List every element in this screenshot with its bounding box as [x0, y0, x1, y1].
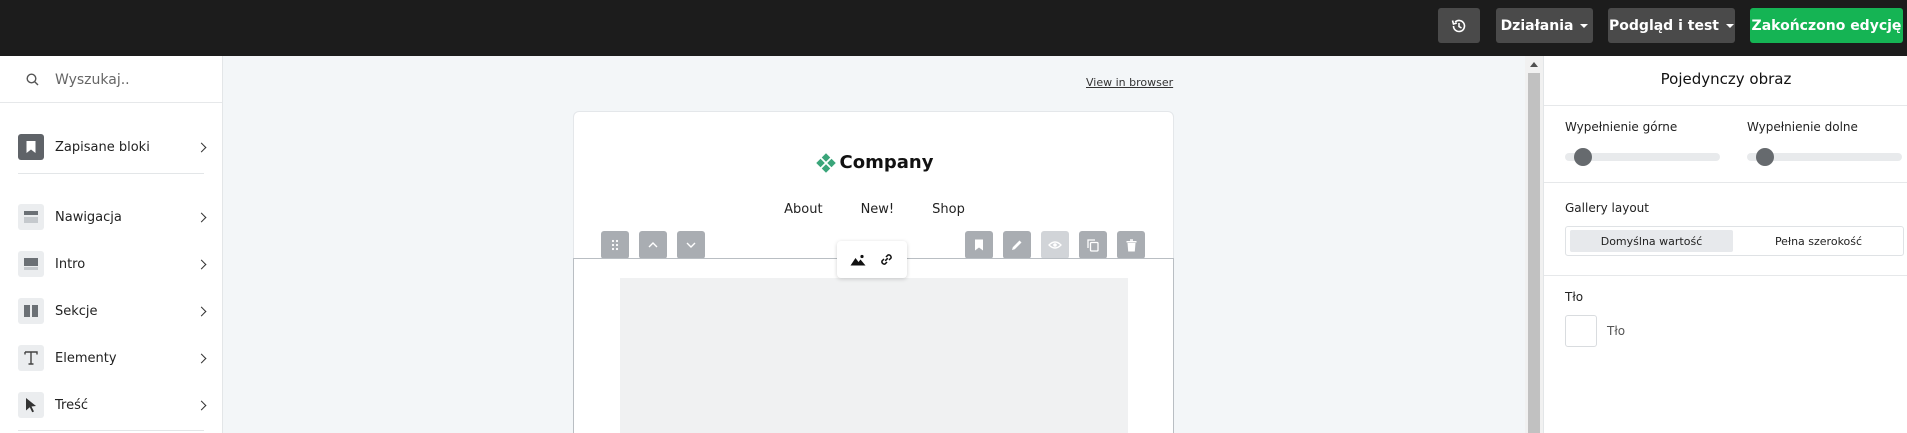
- gallery-layout-toggle: Domyślna wartość Pełna szerokość: [1565, 226, 1904, 256]
- panel-divider: [1544, 105, 1907, 106]
- company-logo[interactable]: Company: [574, 152, 1175, 173]
- sidebar-item-content[interactable]: Treść: [0, 383, 222, 427]
- padding-bottom-label: Wypełnienie dolne: [1747, 120, 1858, 134]
- sidebar-item-label: Elementy: [55, 350, 117, 366]
- panel-title: Pojedynczy obraz: [1660, 70, 1792, 88]
- sidebar-item-saved-blocks[interactable]: Zapisane bloki: [0, 125, 222, 169]
- copy-icon: [1087, 238, 1099, 252]
- block-actions-toolbar: [965, 231, 1145, 259]
- sidebar-item-elements[interactable]: Elementy: [0, 336, 222, 380]
- intro-layout-icon: [18, 251, 44, 277]
- chevron-up-icon: [648, 242, 658, 248]
- chevron-right-icon: [196, 212, 207, 222]
- duplicate-block-button[interactable]: [1079, 231, 1107, 259]
- bookmark-icon: [18, 134, 44, 160]
- image-placeholder[interactable]: [620, 278, 1128, 433]
- toggle-visibility-button[interactable]: [1041, 231, 1069, 259]
- search-icon: [26, 73, 39, 86]
- actions-label: Działania: [1500, 17, 1574, 34]
- gallery-layout-label: Gallery layout: [1565, 201, 1649, 215]
- nav-link-shop[interactable]: Shop: [932, 202, 965, 217]
- save-block-button[interactable]: [965, 231, 993, 259]
- background-color-value: Tło: [1607, 324, 1626, 338]
- edit-block-button[interactable]: [1003, 231, 1031, 259]
- sections-layout-icon: [18, 298, 44, 324]
- gallery-option-full-width[interactable]: Pełna szerokość: [1737, 230, 1900, 252]
- finish-editing-button[interactable]: Zakończono edycję: [1750, 8, 1903, 43]
- trash-icon: [1126, 238, 1136, 251]
- cursor-pointer-icon: [18, 392, 44, 418]
- logo-text: Company: [839, 152, 934, 173]
- link-button[interactable]: [879, 252, 894, 267]
- sidebar-item-navigation[interactable]: Nawigacja: [0, 195, 222, 239]
- sidebar-item-label: Intro: [55, 256, 86, 272]
- view-in-browser-link[interactable]: View in browser: [1086, 76, 1173, 89]
- move-down-button[interactable]: [677, 231, 705, 259]
- top-bar: Działania Podgląd i test Zakończono edyc…: [0, 0, 1907, 56]
- sidebar-item-label: Zapisane bloki: [55, 139, 150, 155]
- delete-block-button[interactable]: [1117, 231, 1145, 259]
- nav-link-new[interactable]: New!: [861, 202, 895, 217]
- chevron-right-icon: [196, 400, 207, 410]
- drag-handle[interactable]: [601, 231, 629, 259]
- bookmark-icon: [975, 239, 983, 251]
- actions-dropdown-button[interactable]: Działania: [1496, 8, 1593, 43]
- block-settings-panel: Pojedynczy obraz Wypełnienie górne Wypeł…: [1543, 56, 1907, 433]
- chevron-right-icon: [196, 259, 207, 269]
- chevron-down-icon: [686, 242, 696, 248]
- email-canvas: View in browser Company About New! Shop: [223, 56, 1525, 433]
- image-button[interactable]: [850, 254, 866, 266]
- link-icon: [881, 254, 893, 265]
- panel-divider: [1544, 275, 1907, 276]
- chevron-right-icon: [196, 353, 207, 363]
- pencil-icon: [1012, 240, 1022, 250]
- eye-icon: [1048, 241, 1062, 249]
- padding-top-label: Wypełnienie górne: [1565, 120, 1678, 134]
- email-nav: About New! Shop: [574, 202, 1175, 217]
- background-color-swatch[interactable]: [1565, 315, 1597, 347]
- preview-label: Podgląd i test: [1609, 17, 1719, 34]
- scroll-up-arrow-icon[interactable]: [1530, 62, 1538, 67]
- drag-dots-icon: [611, 239, 619, 251]
- text-t-icon: [18, 345, 44, 371]
- search-bar: [0, 56, 222, 103]
- sidebar-item-sections[interactable]: Sekcje: [0, 289, 222, 333]
- scrollbar-thumb[interactable]: [1528, 73, 1540, 433]
- background-label: Tło: [1565, 290, 1584, 304]
- block-move-toolbar: [601, 231, 705, 259]
- sidebar-item-label: Sekcje: [55, 303, 98, 319]
- chevron-down-icon: [1725, 23, 1734, 28]
- history-icon: [1451, 19, 1466, 32]
- move-up-button[interactable]: [639, 231, 667, 259]
- blocks-sidebar: Zapisane bloki Nawigacja Intro Sekcje El…: [0, 56, 223, 433]
- image-mountain-icon: [850, 254, 866, 265]
- chevron-right-icon: [196, 306, 207, 316]
- padding-bottom-slider-knob[interactable]: [1756, 148, 1775, 166]
- image-floating-toolbar: [837, 241, 907, 278]
- panel-divider: [1544, 182, 1907, 183]
- history-button[interactable]: [1438, 8, 1480, 43]
- padding-top-slider-knob[interactable]: [1574, 148, 1593, 166]
- nav-link-about[interactable]: About: [784, 202, 822, 217]
- sidebar-item-label: Nawigacja: [55, 209, 122, 225]
- gallery-option-default[interactable]: Domyślna wartość: [1570, 230, 1733, 252]
- chevron-down-icon: [1580, 23, 1589, 28]
- canvas-scrollbar[interactable]: [1525, 56, 1543, 433]
- sidebar-item-intro[interactable]: Intro: [0, 242, 222, 286]
- navigation-layout-icon: [18, 204, 44, 230]
- chevron-right-icon: [196, 142, 207, 152]
- sidebar-divider: [18, 173, 204, 174]
- search-input[interactable]: [55, 69, 205, 91]
- preview-dropdown-button[interactable]: Podgląd i test: [1608, 8, 1735, 43]
- logo-diamond-icon: [815, 152, 836, 173]
- sidebar-item-label: Treść: [55, 397, 89, 413]
- finish-editing-label: Zakończono edycję: [1751, 17, 1902, 34]
- sidebar-divider: [18, 430, 204, 431]
